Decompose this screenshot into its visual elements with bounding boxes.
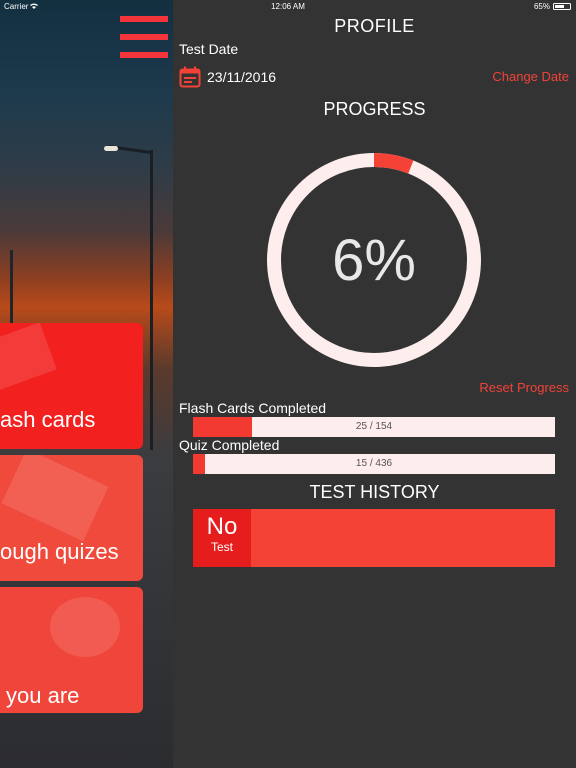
change-date-button[interactable]: Change Date bbox=[492, 69, 569, 84]
menu-bar-1 bbox=[120, 16, 168, 22]
card-image-shape bbox=[50, 597, 120, 657]
test-history-badge: No Test bbox=[193, 509, 251, 567]
flash-cards-card[interactable]: ash cards bbox=[0, 323, 143, 449]
test-date-label: Test Date bbox=[179, 41, 239, 57]
quiz-count: 15 / 436 bbox=[355, 458, 393, 469]
progress-percent: 6% bbox=[332, 227, 416, 293]
reset-progress-button[interactable]: Reset Progress bbox=[479, 380, 569, 395]
card-label: ough quizes bbox=[0, 539, 119, 564]
test-date-value[interactable]: 23/11/2016 bbox=[207, 69, 276, 85]
test-history-item[interactable]: No Test bbox=[193, 509, 555, 567]
street-lamp bbox=[104, 146, 118, 151]
card-image-shape bbox=[1, 455, 109, 542]
side-menu-panel: ash cards ough quizes you are bbox=[0, 0, 173, 768]
street-lamp-pole bbox=[150, 150, 153, 450]
battery-fill bbox=[555, 5, 565, 8]
hamburger-menu-icon[interactable] bbox=[120, 16, 168, 64]
card-image-shape bbox=[0, 323, 57, 390]
page-title: PROFILE bbox=[334, 16, 415, 36]
flash-cards-progress-bar: 25 / 154 bbox=[193, 417, 555, 437]
battery-icon bbox=[553, 3, 571, 10]
calendar-icon[interactable] bbox=[179, 66, 201, 88]
test-history-title: TEST HISTORY bbox=[309, 482, 440, 502]
card-label: you are bbox=[6, 683, 80, 708]
status-time: 12:06 AM bbox=[271, 2, 305, 11]
quiz-progress-bar: 15 / 436 bbox=[193, 454, 555, 474]
profile-panel: PROFILE Test Date 23/11/2016 Change Date… bbox=[173, 0, 576, 768]
quiz-label: Quiz Completed bbox=[179, 437, 280, 453]
flash-cards-label: Flash Cards Completed bbox=[179, 400, 327, 416]
flash-cards-count: 25 / 154 bbox=[355, 421, 393, 432]
card-label: ash cards bbox=[0, 407, 96, 432]
quizzes-card[interactable]: ough quizes bbox=[0, 455, 143, 581]
menu-bar-3 bbox=[120, 52, 168, 58]
badge-sub-text: Test bbox=[210, 540, 233, 554]
battery-percent: 65% bbox=[533, 2, 550, 11]
badge-main-text: No bbox=[206, 513, 238, 540]
progress-card[interactable]: you are bbox=[0, 587, 143, 713]
progress-title: PROGRESS bbox=[323, 99, 426, 119]
menu-bar-2 bbox=[120, 34, 168, 40]
status-bar: Carrier 12:06 AM 65% bbox=[0, 0, 576, 14]
